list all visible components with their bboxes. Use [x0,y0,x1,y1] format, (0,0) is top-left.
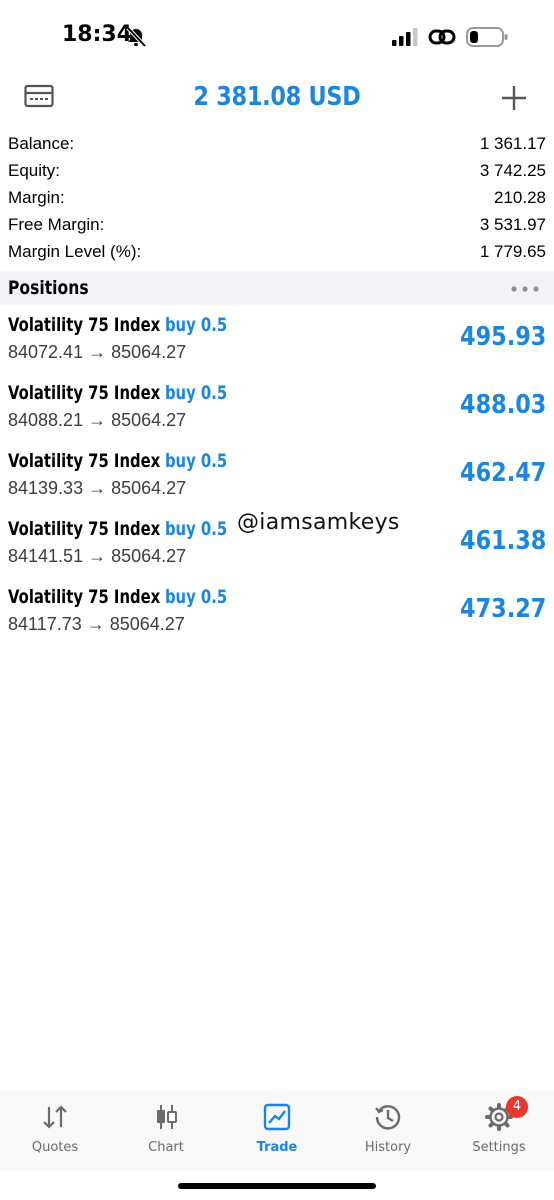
position-symbol: Volatility 75 Index [8,586,161,608]
history-icon [375,1105,401,1130]
position-symbol: Volatility 75 Index [8,518,161,540]
status-time: 18:34 [62,22,133,47]
position-prices: 84117.73 → 85064.27 [8,614,185,634]
summary-row-margin: Margin: 210.28 [0,186,554,213]
position-row[interactable]: Volatility 75 Index buy 0.5 84139.33 → 8… [0,446,554,514]
summary-label: Margin: [8,188,65,207]
position-title: Volatility 75 Index buy 0.5 [8,450,227,472]
tab-quotes[interactable]: Quotes [0,1100,110,1166]
bell-muted-icon [126,26,147,48]
tab-chart[interactable]: Chart [111,1100,221,1166]
position-prices: 84141.51 → 85064.27 [8,546,187,566]
summary-label: Margin Level (%): [8,242,142,261]
summary-label: Free Margin: [8,215,105,234]
home-indicator [178,1183,376,1189]
link-icon [428,29,456,45]
bottom-tab-bar: Quotes Chart Trade History 4 Settings [0,1090,554,1170]
position-side: buy 0.5 [164,586,228,608]
positions-title: Positions [8,277,89,299]
plus-icon[interactable] [500,84,528,112]
position-profit: 488.03 [459,390,546,420]
account-summary: Balance: 1 361.17 Equity: 3 742.25 Margi… [0,132,554,267]
position-title: Volatility 75 Index buy 0.5 [8,382,227,404]
signal-icon [392,28,418,46]
positions-list: Volatility 75 Index buy 0.5 84072.41 → 8… [0,310,554,650]
battery-icon [466,27,508,47]
summary-row-balance: Balance: 1 361.17 [0,132,554,159]
position-row[interactable]: Volatility 75 Index buy 0.5 84088.21 → 8… [0,378,554,446]
tab-label: Settings [472,1140,526,1155]
summary-value: 3 531.97 [479,215,546,234]
summary-value: 3 742.25 [479,161,546,180]
position-title: Volatility 75 Index buy 0.5 [8,586,227,608]
account-balance-title: 2 381.08 USD [193,82,361,112]
summary-value: 1 361.17 [479,134,546,153]
position-side: buy 0.5 [164,450,228,472]
settings-badge: 4 [506,1096,528,1118]
summary-value: 1 779.65 [479,242,546,261]
position-side: buy 0.5 [164,382,228,404]
positions-section-header: Positions [0,271,554,305]
status-bar: 18:34 [0,0,554,76]
summary-value: 210.28 [494,188,546,207]
watermark-text: @iamsamkeys [237,510,400,535]
summary-row-margin-level: Margin Level (%): 1 779.65 [0,240,554,267]
tab-label: Quotes [31,1140,79,1155]
position-title: Volatility 75 Index buy 0.5 [8,518,227,540]
position-side: buy 0.5 [164,314,228,336]
position-profit: 462.47 [459,458,546,488]
quotes-icon [43,1105,67,1129]
position-profit: 461.38 [459,526,546,556]
app-header: 2 381.08 USD [0,76,554,124]
tab-settings[interactable]: 4 Settings [444,1096,554,1166]
position-symbol: Volatility 75 Index [8,450,161,472]
summary-row-free-margin: Free Margin: 3 531.97 [0,213,554,240]
summary-label: Balance: [8,134,75,153]
position-profit: 473.27 [459,594,546,624]
position-symbol: Volatility 75 Index [8,382,161,404]
position-row[interactable]: Volatility 75 Index buy 0.5 84072.41 → 8… [0,310,554,378]
position-profit: 495.93 [459,322,546,352]
summary-row-equity: Equity: 3 742.25 [0,159,554,186]
trade-icon [263,1103,291,1131]
tab-label: Trade [256,1140,298,1155]
position-side: buy 0.5 [164,518,228,540]
position-row[interactable]: Volatility 75 Index buy 0.5 84117.73 → 8… [0,582,554,650]
tab-label: History [364,1140,412,1155]
tab-history[interactable]: History [333,1100,443,1166]
tab-label: Chart [148,1140,184,1155]
summary-label: Equity: [8,161,60,180]
position-prices: 84072.41 → 85064.27 [8,342,187,362]
chart-icon [157,1105,177,1129]
position-title: Volatility 75 Index buy 0.5 [8,314,227,336]
position-prices: 84139.33 → 85064.27 [8,478,187,498]
position-symbol: Volatility 75 Index [8,314,161,336]
more-icon[interactable] [510,285,540,293]
position-prices: 84088.21 → 85064.27 [8,410,187,430]
tab-trade[interactable]: Trade [222,1100,332,1166]
